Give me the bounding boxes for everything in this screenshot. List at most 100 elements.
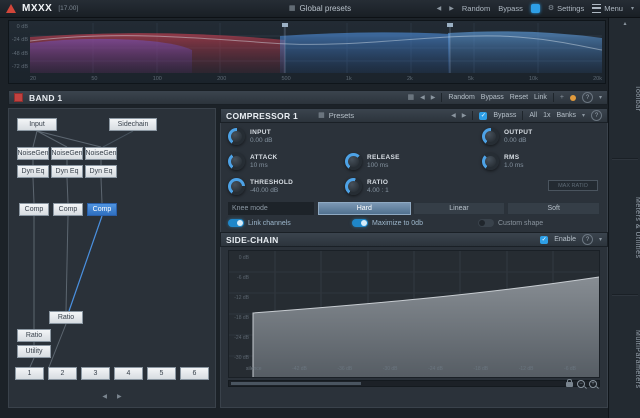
max-ratio-field[interactable]: MAX RATIO [548, 180, 598, 191]
slot-3[interactable]: 3 [81, 367, 110, 380]
band-link-button[interactable]: Link [534, 94, 547, 101]
node-noisegen-1[interactable]: NoiseGen [17, 147, 49, 160]
maximize-toggle[interactable]: Maximize to 0db [352, 219, 423, 227]
band-reset-button[interactable]: Reset [510, 94, 528, 101]
slots-next-icon[interactable]: ▶ [117, 393, 122, 400]
node-utility[interactable]: Utility [17, 345, 51, 358]
node-noisegen-3[interactable]: NoiseGen [85, 147, 117, 160]
plot-scrollbar[interactable]: − + [228, 379, 600, 388]
band-grid-icon[interactable]: ▦ [407, 94, 414, 101]
node-noisegen-2[interactable]: NoiseGen [51, 147, 83, 160]
release-knob[interactable] [345, 153, 362, 170]
node-ratio-2[interactable]: Ratio [49, 311, 83, 324]
band-color-swatch[interactable] [14, 93, 23, 102]
zoom-in-icon[interactable]: + [589, 379, 597, 388]
rail-collapse-icon[interactable]: ▴ [609, 20, 640, 27]
rms-knob[interactable] [482, 153, 499, 170]
rail-tab-toolbar[interactable]: Toolbar [609, 48, 640, 148]
node-comp-3-selected[interactable]: Comp [87, 203, 117, 216]
slots-prev-icon[interactable]: ◀ [102, 393, 107, 400]
compression-curve-plot[interactable]: 0 dB -6 dB -12 dB -18 dB -24 dB -30 dB [228, 250, 600, 378]
knee-hard-button[interactable]: Hard [318, 202, 411, 215]
node-dyneq-2[interactable]: Dyn Eq [51, 165, 83, 178]
sidechain-help-icon[interactable]: ? [581, 234, 593, 245]
node-comp-2[interactable]: Comp [53, 203, 83, 216]
node-sidechain[interactable]: Sidechain [109, 118, 157, 131]
threshold-control[interactable]: THRESHOLD -40.00 dB [228, 178, 293, 195]
link-channels-toggle[interactable]: Link channels [228, 219, 291, 227]
compressor-presets-button[interactable]: ▦ Presets [318, 111, 354, 120]
freq-label: 200 [217, 76, 227, 82]
ab-compare-swatch[interactable] [530, 4, 540, 13]
db-label: -48 dB [11, 50, 28, 57]
output-control[interactable]: OUTPUT 0.00 dB [482, 128, 533, 145]
global-presets-button[interactable]: ▦ Global presets [289, 4, 351, 13]
prev-preset-icon[interactable]: ◀ [437, 6, 442, 12]
slot-1[interactable]: 1 [15, 367, 44, 380]
slot-2[interactable]: 2 [48, 367, 77, 380]
band-caret-icon[interactable]: ▾ [599, 95, 602, 101]
node-comp-1[interactable]: Comp [19, 203, 49, 216]
global-presets-label: Global presets [299, 4, 352, 13]
band-prev-icon[interactable]: ◀ [420, 95, 425, 101]
settings-button[interactable]: ⚙ Settings [548, 4, 584, 13]
rail-tab-multiparameters[interactable]: MultiParameters [609, 304, 640, 414]
bypass-button[interactable]: Bypass [498, 4, 523, 13]
rms-control[interactable]: RMS 1.0 ms [482, 153, 524, 170]
lock-icon[interactable] [566, 379, 573, 387]
custom-shape-toggle[interactable]: Custom shape [478, 219, 543, 227]
slot-4[interactable]: 4 [114, 367, 143, 380]
threshold-knob[interactable] [228, 178, 245, 195]
comp-multi-button[interactable]: 1x [543, 112, 550, 119]
node-dyneq-3[interactable]: Dyn Eq [85, 165, 117, 178]
attack-knob[interactable] [228, 153, 245, 170]
next-preset-icon[interactable]: ▶ [449, 6, 454, 12]
band-add-icon[interactable]: + [560, 94, 564, 101]
input-control[interactable]: INPUT 0.00 dB [228, 128, 272, 145]
comp-next-icon[interactable]: ▶ [462, 113, 467, 119]
node-input[interactable]: Input [17, 118, 57, 131]
menu-button[interactable]: Menu [592, 4, 623, 13]
plot-scrollbar-thumb[interactable] [231, 382, 361, 385]
comp-all-button[interactable]: All [529, 112, 537, 119]
comp-active-check-icon[interactable]: ✓ [479, 111, 488, 120]
rail-separator [612, 158, 638, 159]
app-version: [17.00] [58, 5, 79, 12]
node-dyneq-1[interactable]: Dyn Eq [17, 165, 49, 178]
sidechain-caret-icon[interactable]: ▾ [599, 237, 602, 243]
band-random-button[interactable]: Random [448, 94, 474, 101]
ratio-knob[interactable] [345, 178, 362, 195]
toggle-off-icon[interactable] [478, 219, 494, 227]
release-control[interactable]: RELEASE 100 ms [345, 153, 400, 170]
comp-bypass-button[interactable]: Bypass [493, 112, 516, 119]
multiband-spectrum-display[interactable]: 0 dB -24 dB -48 dB -72 dB 20 50 100 200 … [8, 20, 606, 84]
knee-soft-button[interactable]: Soft [507, 202, 601, 215]
ratio-control[interactable]: RATIO 4.00 : 1 [345, 178, 389, 195]
sidechain-enable-check-icon[interactable]: ✓ [540, 235, 549, 244]
menu-caret-icon: ▾ [630, 5, 634, 12]
sidechain-enable-label[interactable]: Enable [554, 236, 576, 243]
rail-separator [612, 294, 638, 295]
slot-5[interactable]: 5 [147, 367, 176, 380]
band-bypass-button[interactable]: Bypass [481, 94, 504, 101]
band-next-icon[interactable]: ▶ [431, 95, 436, 101]
node-ratio-1[interactable]: Ratio [17, 329, 51, 342]
attack-control[interactable]: ATTACK 10 ms [228, 153, 278, 170]
melda-logo-icon [6, 4, 16, 13]
output-knob[interactable] [482, 128, 499, 145]
comp-banks-button[interactable]: Banks [557, 112, 576, 119]
comp-help-icon[interactable]: ? [591, 110, 602, 121]
link-channels-label: Link channels [248, 219, 291, 227]
toggle-on-icon[interactable] [352, 219, 368, 227]
zoom-out-icon[interactable]: − [577, 379, 585, 388]
plot-x-label: -42 dB [292, 366, 307, 372]
slot-6[interactable]: 6 [180, 367, 209, 380]
rail-tab-meters-utilities[interactable]: Meters & Utilities [609, 168, 640, 288]
comp-prev-icon[interactable]: ◀ [451, 113, 456, 119]
toggle-on-icon[interactable] [228, 219, 244, 227]
band-help-icon[interactable]: ? [581, 92, 593, 103]
attack-label: ATTACK [250, 154, 278, 161]
input-knob[interactable] [228, 128, 245, 145]
random-button[interactable]: Random [462, 4, 490, 13]
knee-linear-button[interactable]: Linear [412, 202, 506, 215]
